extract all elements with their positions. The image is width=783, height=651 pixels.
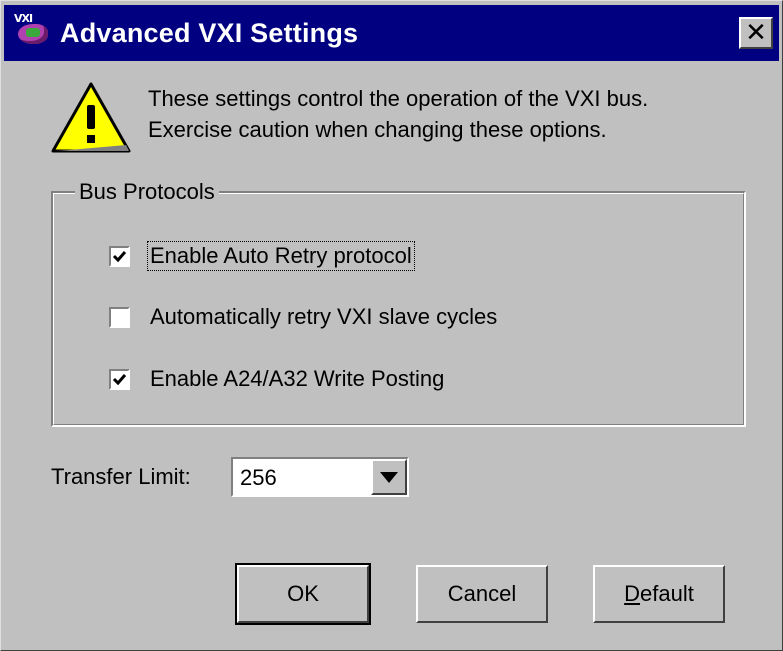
- window-title: Advanced VXI Settings: [60, 17, 359, 48]
- default-button-label: Default: [624, 581, 694, 607]
- write-posting-label[interactable]: Enable A24/A32 Write Posting: [148, 365, 446, 393]
- warning-icon: [51, 82, 131, 153]
- default-accelerator: D: [624, 581, 641, 606]
- close-button[interactable]: ✕: [739, 17, 773, 49]
- warning-line-2: Exercise caution when changing these opt…: [148, 117, 607, 142]
- ok-button-label: OK: [287, 581, 319, 606]
- auto-retry-label[interactable]: Enable Auto Retry protocol: [147, 241, 415, 271]
- title-bar[interactable]: VXI Advanced VXI Settings ✕: [4, 5, 779, 61]
- retry-slave-cycles-label[interactable]: Automatically retry VXI slave cycles: [148, 303, 499, 331]
- checkmark-icon: [112, 373, 127, 385]
- checkmark-icon: [112, 250, 127, 262]
- retry-slave-cycles-checkbox[interactable]: [109, 306, 130, 328]
- auto-retry-checkbox-row[interactable]: Enable Auto Retry protocol: [109, 241, 415, 271]
- chevron-down-icon: [380, 471, 398, 483]
- write-posting-checkbox-row[interactable]: Enable A24/A32 Write Posting: [109, 365, 446, 393]
- auto-retry-checkbox[interactable]: [109, 245, 130, 267]
- default-label-rest: efault: [640, 581, 694, 606]
- transfer-limit-value: 256: [240, 465, 277, 490]
- warning-message: These settings control the operation of …: [148, 83, 768, 145]
- close-icon: ✕: [745, 18, 767, 48]
- bus-protocols-label: Bus Protocols: [75, 179, 219, 205]
- write-posting-checkbox[interactable]: [109, 368, 130, 390]
- cancel-button-label: Cancel: [447, 581, 517, 606]
- transfer-limit-label: Transfer Limit:: [51, 464, 191, 489]
- vxi-chip-icon: VXI: [12, 12, 54, 54]
- retry-slave-cycles-checkbox-row[interactable]: Automatically retry VXI slave cycles: [109, 303, 499, 331]
- default-button[interactable]: Default: [593, 565, 725, 623]
- ok-button[interactable]: OK: [235, 563, 371, 625]
- dropdown-button[interactable]: [371, 459, 407, 495]
- app-icon-tag: VXI: [14, 12, 33, 25]
- cancel-button[interactable]: Cancel: [416, 565, 548, 623]
- transfer-limit-select[interactable]: 256: [231, 457, 409, 497]
- warning-line-1: These settings control the operation of …: [148, 86, 649, 111]
- dialog-window: VXI Advanced VXI Settings ✕ These settin…: [0, 0, 783, 651]
